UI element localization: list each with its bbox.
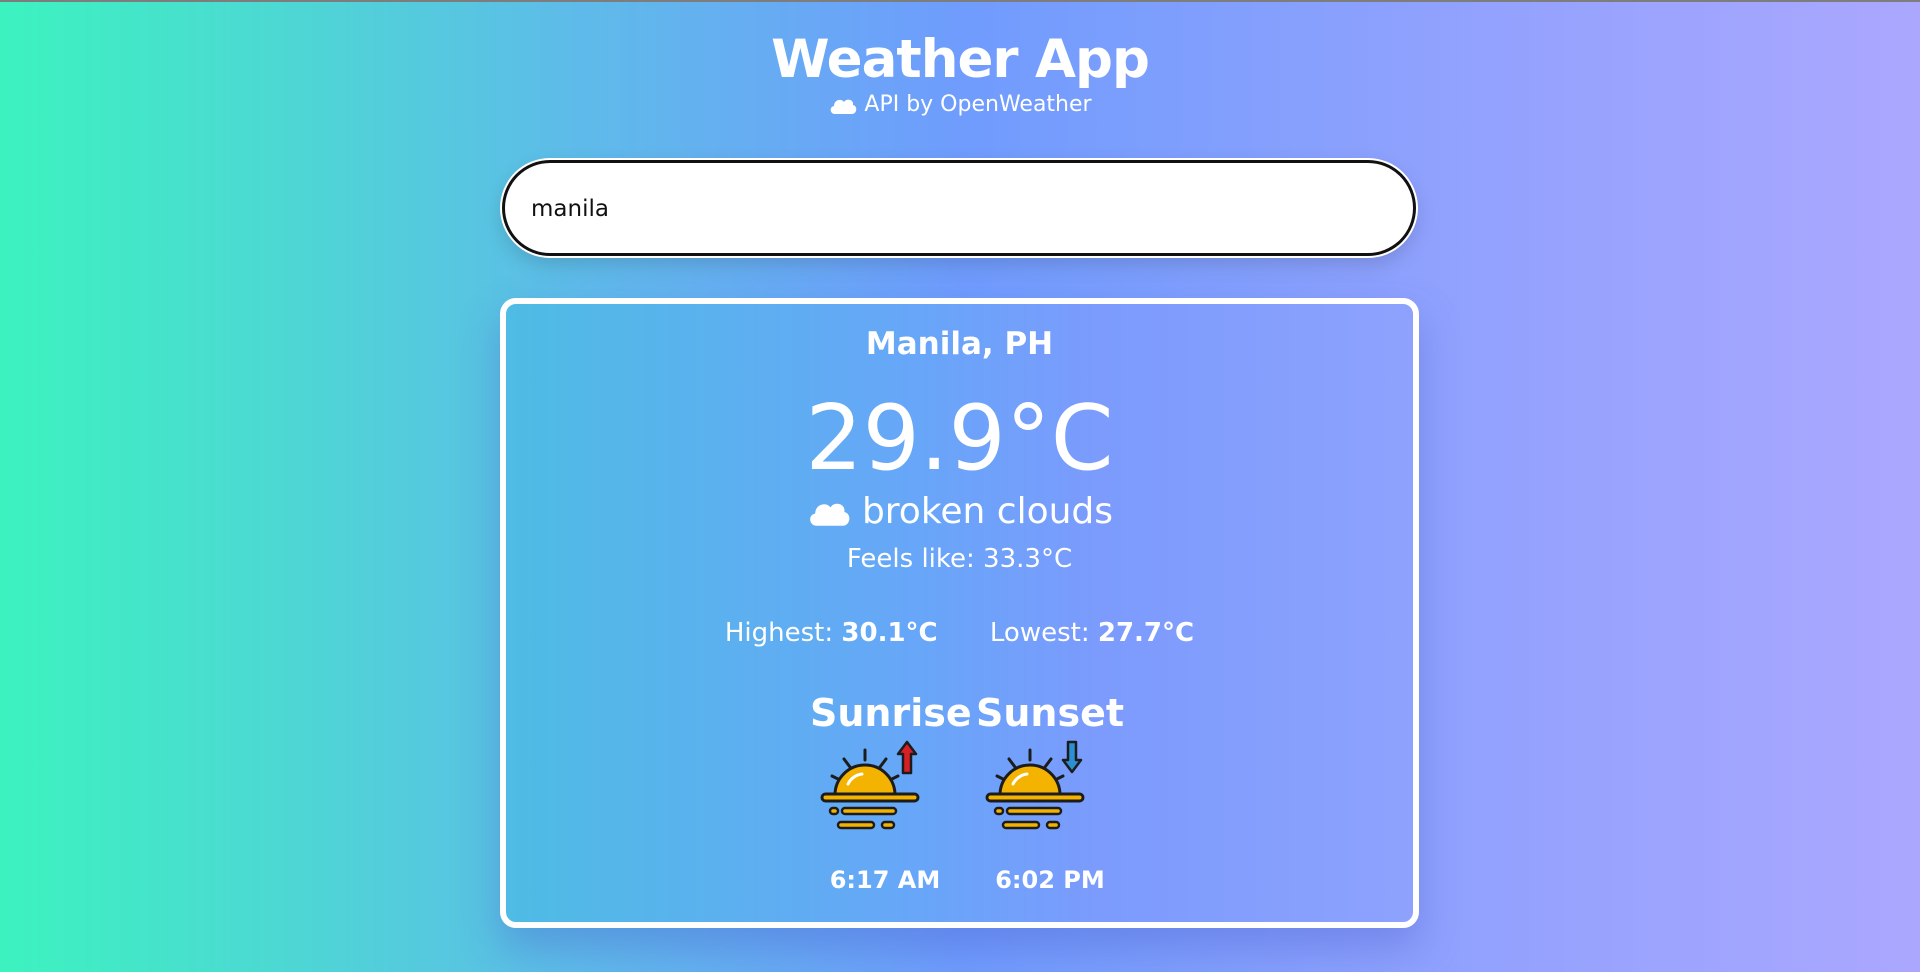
city-search-input[interactable] bbox=[529, 163, 1383, 255]
highest-temp: Highest: 30.1°C bbox=[725, 618, 938, 648]
top-border bbox=[0, 0, 1920, 2]
api-credit-text: API by OpenWeather bbox=[864, 92, 1092, 117]
weather-description-text: broken clouds bbox=[861, 491, 1114, 532]
lowest-label: Lowest: bbox=[989, 618, 1090, 648]
feels-like: Feels like: 33.3°C bbox=[846, 544, 1073, 574]
sunrise-block: Sunrise 6:17 AM bbox=[810, 690, 972, 894]
temperature: 29.9°C bbox=[805, 386, 1114, 491]
sunset-block: Sunset 6:02 PM bbox=[975, 690, 1125, 894]
weather-description: broken clouds bbox=[506, 488, 1413, 542]
api-credit: API by OpenWeather bbox=[828, 90, 1092, 120]
sunrise-time: 6:17 AM bbox=[829, 866, 941, 894]
sunrise-icon bbox=[820, 740, 920, 830]
sunset-label: Sunset bbox=[975, 691, 1125, 735]
temperature-range: Highest: 30.1°C Lowest: 27.7°C bbox=[506, 618, 1413, 648]
highest-label: Highest: bbox=[724, 618, 834, 648]
app-header: Weather App API by OpenWeather bbox=[0, 28, 1920, 120]
lowest-temp: Lowest: 27.7°C bbox=[990, 618, 1194, 648]
search-box[interactable] bbox=[502, 160, 1416, 256]
sunrise-label: Sunrise bbox=[810, 691, 972, 735]
lowest-value: 27.7°C bbox=[1097, 618, 1195, 648]
highest-value: 30.1°C bbox=[841, 618, 938, 648]
cloud-icon bbox=[810, 503, 850, 526]
cloud-icon bbox=[831, 99, 857, 114]
weather-card: Manila, PH 29.9°C broken clouds Feels li… bbox=[500, 298, 1419, 928]
city-name: Manila, PH bbox=[865, 326, 1054, 362]
sunset-icon bbox=[985, 740, 1085, 830]
sunset-time: 6:02 PM bbox=[995, 866, 1105, 894]
app-title: Weather App bbox=[771, 29, 1150, 90]
